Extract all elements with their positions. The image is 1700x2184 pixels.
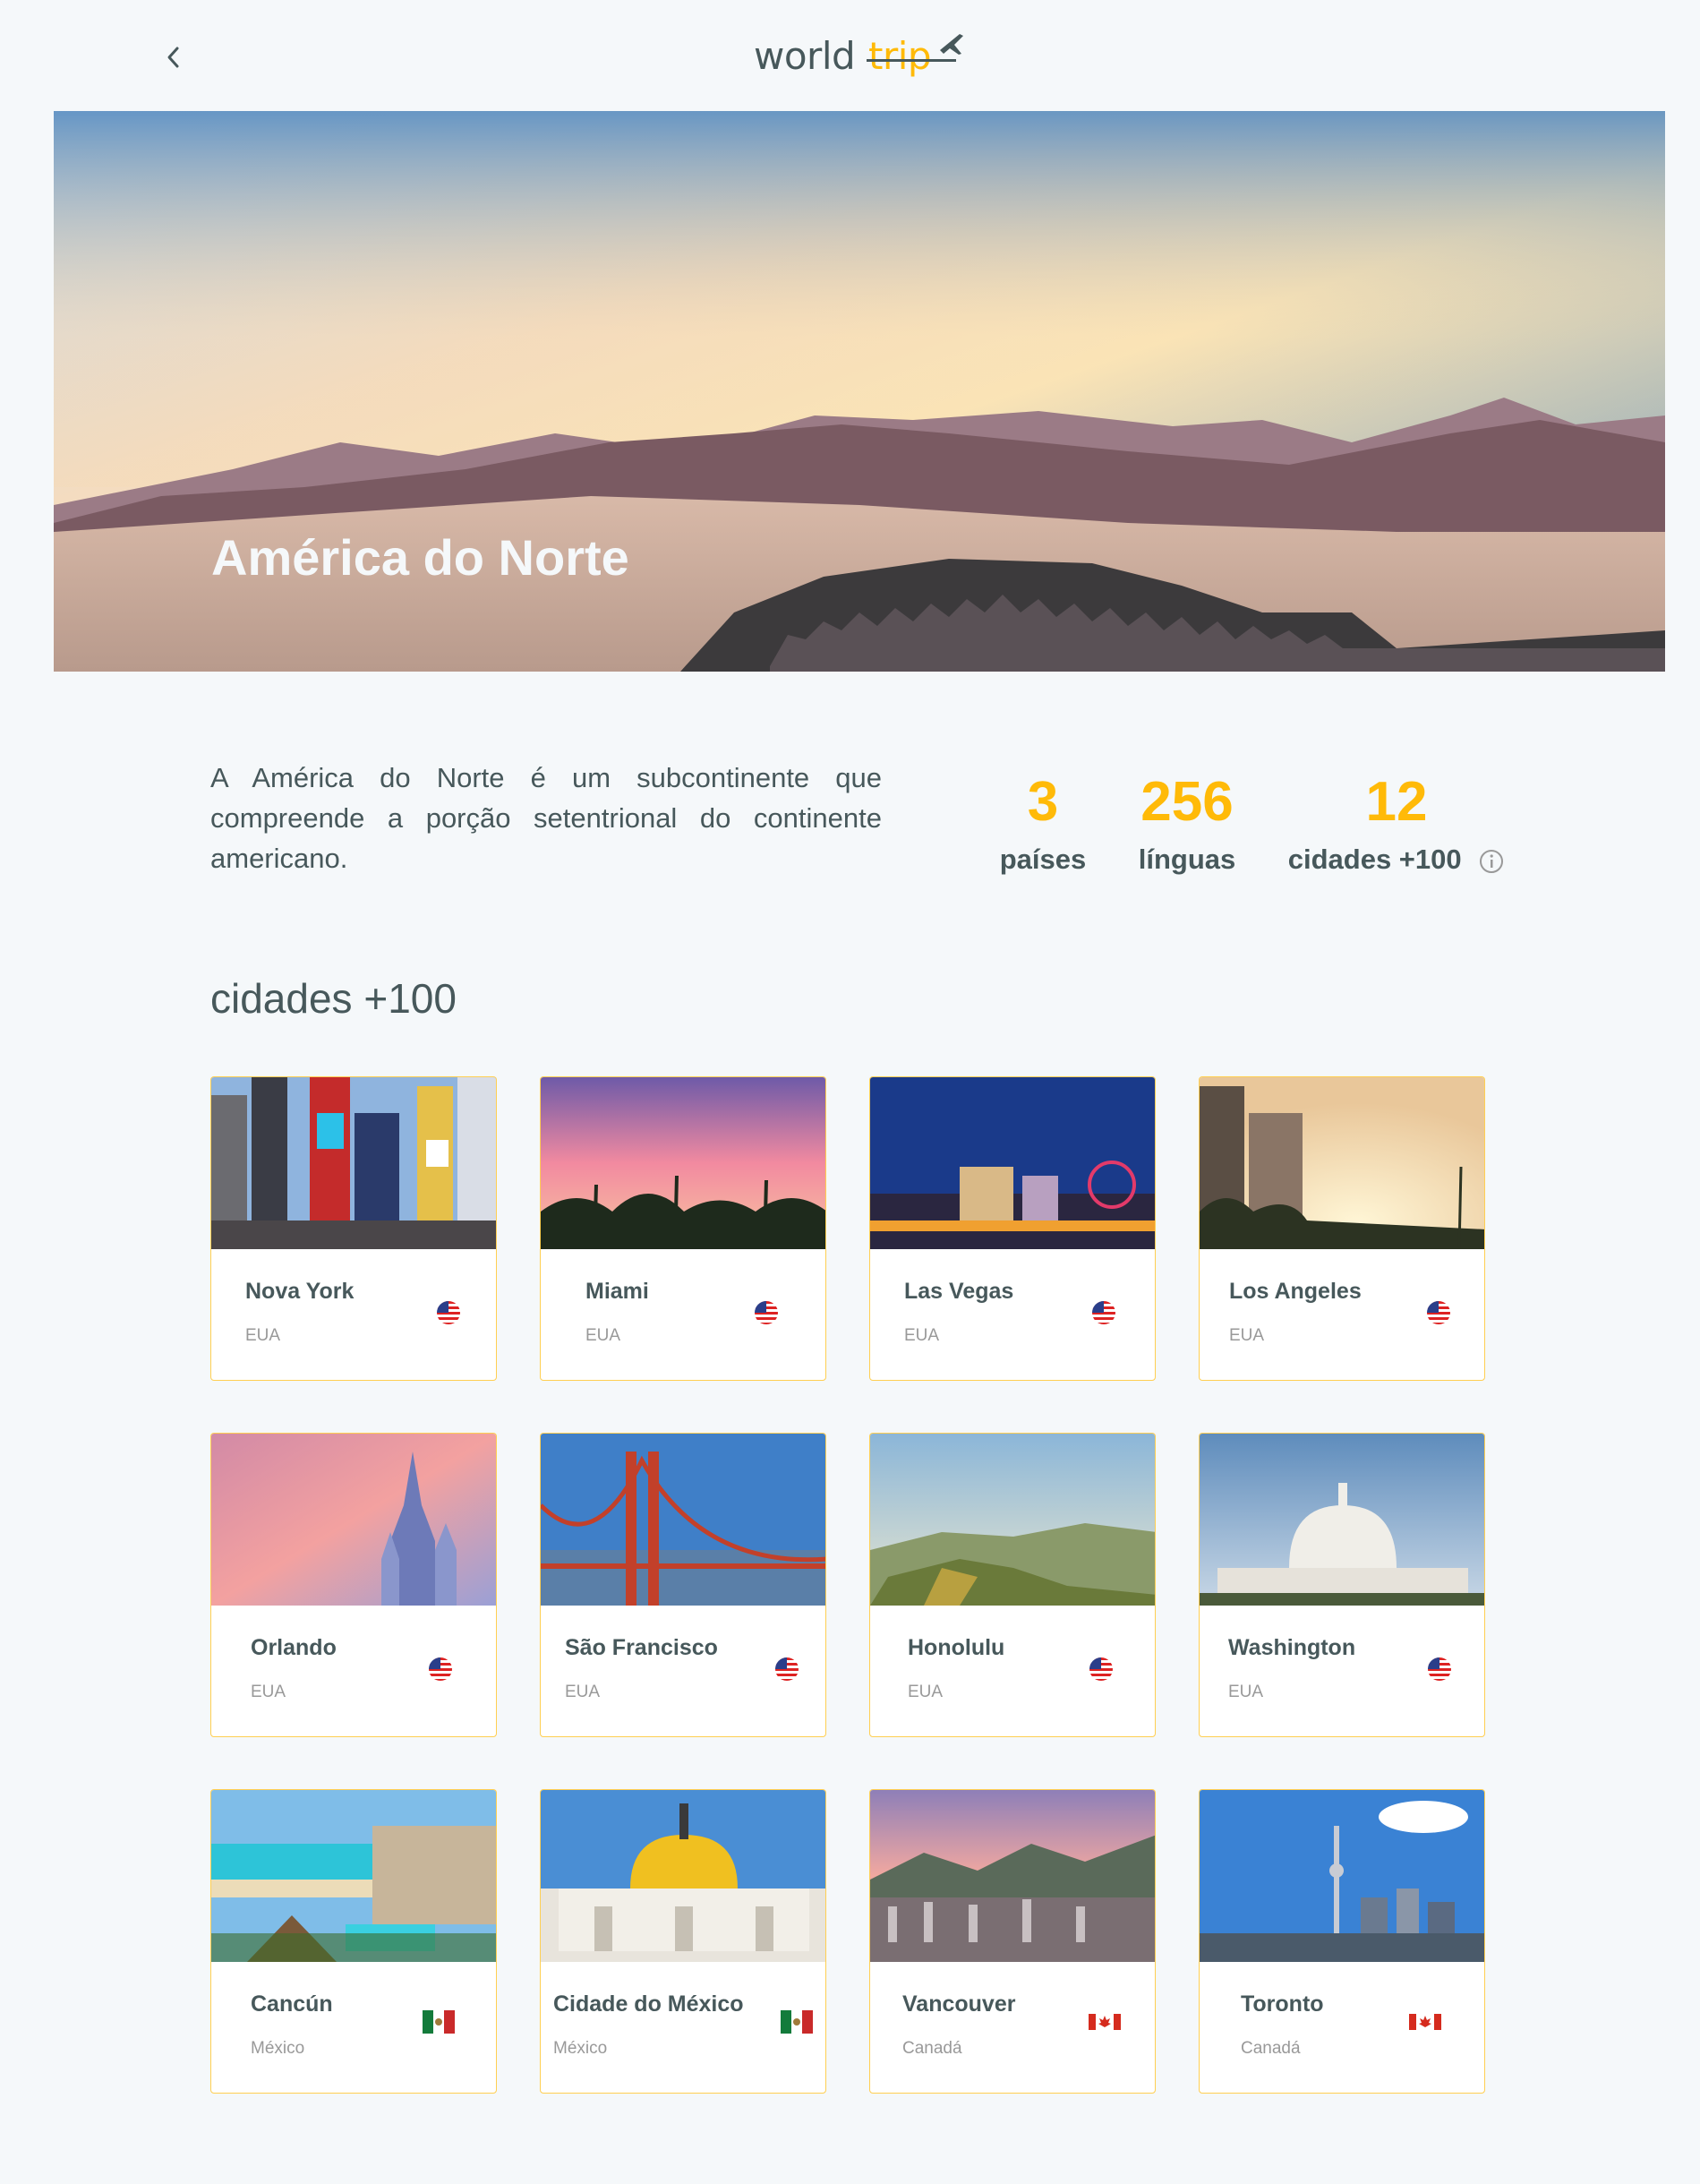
city-name: Nova York <box>245 1279 355 1304</box>
logo-trip-text: trip <box>868 34 932 78</box>
city-image <box>541 1077 825 1249</box>
city-card-washington[interactable]: Washington EUA <box>1199 1433 1485 1737</box>
info-icon[interactable] <box>1478 848 1505 875</box>
city-card-orlando[interactable]: Orlando EUA <box>210 1433 497 1737</box>
city-image <box>541 1434 825 1606</box>
city-name: Toronto <box>1241 1991 1324 2017</box>
stat-cities-label: cidades +100 <box>1287 844 1462 875</box>
city-name: Las Vegas <box>904 1279 1014 1304</box>
city-card-los-angeles[interactable]: Los Angeles EUA <box>1199 1076 1485 1381</box>
city-card-vancouver[interactable]: Vancouver Canadá <box>869 1789 1156 2094</box>
city-image <box>211 1434 496 1606</box>
back-button[interactable] <box>159 39 188 75</box>
city-card-las-vegas[interactable]: Las Vegas EUA <box>869 1076 1156 1381</box>
city-name: Los Angeles <box>1229 1279 1362 1304</box>
city-image <box>1200 1077 1484 1249</box>
stat-languages: 256 línguas <box>1132 767 1242 876</box>
city-country: México <box>251 2039 305 2058</box>
city-country: Canadá <box>902 2039 962 2058</box>
city-name: Cidade do México <box>553 1991 744 2017</box>
continent-title: América do Norte <box>211 529 629 586</box>
stat-cities: 12 cidades +100 <box>1285 767 1508 876</box>
logo-world-text: world <box>754 34 856 78</box>
city-country: EUA <box>251 1683 286 1701</box>
city-image <box>211 1790 496 1962</box>
mexico-flag-icon <box>423 2010 455 2034</box>
stat-cities-label-wrap: cidades +100 <box>1285 844 1508 876</box>
city-image <box>870 1790 1155 1962</box>
city-name: São Francisco <box>565 1635 718 1660</box>
stat-countries-label: países <box>999 844 1087 875</box>
city-country: EUA <box>904 1326 940 1345</box>
city-country: EUA <box>1228 1683 1264 1701</box>
banner-image <box>54 111 1665 672</box>
city-name: Cancún <box>251 1991 333 2017</box>
city-card-cidade-do-mexico[interactable]: Cidade do México México <box>540 1789 826 2094</box>
city-country: EUA <box>908 1683 944 1701</box>
city-card-nova-york[interactable]: Nova York EUA <box>210 1076 497 1381</box>
city-card-honolulu[interactable]: Honolulu EUA <box>869 1433 1156 1737</box>
continent-description: A América do Norte é um subcontinente qu… <box>210 762 882 874</box>
city-image <box>870 1434 1155 1606</box>
stat-countries: 3 países <box>998 767 1088 876</box>
stat-cities-value: 12 <box>1365 771 1428 833</box>
usa-flag-icon <box>775 1657 799 1681</box>
city-country: EUA <box>565 1683 601 1701</box>
chevron-left-icon <box>167 47 179 68</box>
city-image <box>541 1790 825 1962</box>
city-name: Honolulu <box>908 1635 1005 1660</box>
usa-flag-icon <box>1427 1301 1450 1324</box>
airplane-icon <box>940 34 963 55</box>
city-name: Washington <box>1228 1635 1356 1660</box>
stat-languages-label: línguas <box>1138 844 1236 875</box>
city-card-miami[interactable]: Miami EUA <box>540 1076 826 1381</box>
city-name: Vancouver <box>902 1991 1016 2017</box>
stat-languages-value: 256 <box>1140 771 1234 833</box>
city-image <box>211 1077 496 1249</box>
usa-flag-icon <box>755 1301 778 1324</box>
city-country: México <box>553 2039 608 2058</box>
city-image <box>1200 1434 1484 1606</box>
mexico-flag-icon <box>781 2010 813 2034</box>
continent-banner: América do Norte <box>54 111 1665 672</box>
city-name: Orlando <box>251 1635 337 1660</box>
canada-flag-icon <box>1089 2014 1121 2030</box>
city-image <box>1200 1790 1484 1962</box>
city-card-toronto[interactable]: Toronto Canadá <box>1199 1789 1485 2094</box>
city-country: EUA <box>1229 1326 1265 1345</box>
city-image <box>870 1077 1155 1249</box>
city-name: Miami <box>585 1279 649 1304</box>
usa-flag-icon <box>437 1301 460 1324</box>
usa-flag-icon <box>429 1657 452 1681</box>
city-country: EUA <box>245 1326 281 1345</box>
stat-countries-value: 3 <box>1027 771 1059 833</box>
usa-flag-icon <box>1428 1657 1451 1681</box>
city-country: EUA <box>585 1326 621 1345</box>
logo[interactable]: world trip <box>754 25 969 88</box>
canada-flag-icon <box>1409 2014 1441 2030</box>
header: world trip <box>0 0 1700 111</box>
usa-flag-icon <box>1089 1657 1113 1681</box>
city-country: Canadá <box>1241 2039 1301 2058</box>
cities-section-title: cidades +100 <box>210 975 457 1022</box>
city-card-cancun[interactable]: Cancún México <box>210 1789 497 2094</box>
city-card-sao-francisco[interactable]: São Francisco EUA <box>540 1433 826 1737</box>
usa-flag-icon <box>1092 1301 1115 1324</box>
